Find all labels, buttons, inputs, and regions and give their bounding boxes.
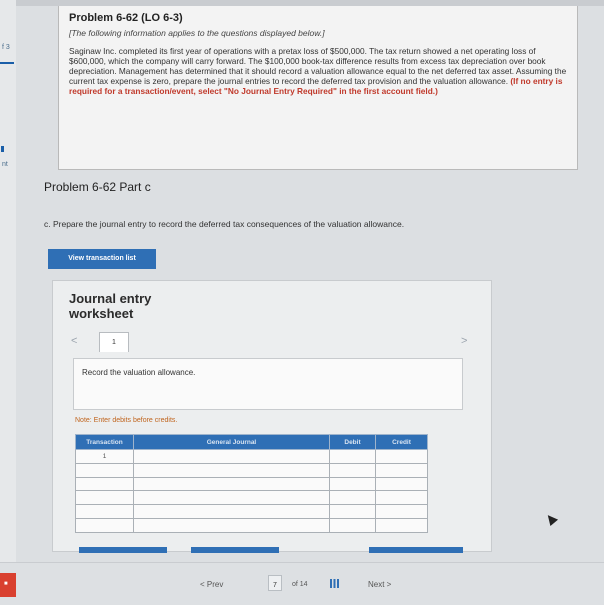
transaction-cell: 1 <box>75 449 134 464</box>
problem-title: Problem 6-62 (LO 6-3) <box>69 12 183 24</box>
column-header-credit: Credit <box>375 434 428 450</box>
table-row <box>75 476 428 492</box>
prev-button[interactable]: < Prev <box>200 580 223 589</box>
problem-body: Saginaw Inc. completed its first year of… <box>69 46 567 96</box>
left-sidebar: f 3 nt <box>0 0 16 604</box>
problem-note: [The following information applies to th… <box>69 28 325 38</box>
debit-cell[interactable] <box>329 462 376 478</box>
table-row <box>75 504 428 519</box>
page-number-box[interactable]: 7 <box>268 575 282 591</box>
part-question: c. Prepare the journal entry to record t… <box>44 219 405 229</box>
credit-cell[interactable] <box>375 517 428 533</box>
sidebar-marker <box>0 62 14 64</box>
account-cell[interactable] <box>133 504 330 519</box>
account-cell[interactable] <box>133 462 330 478</box>
account-cell[interactable] <box>133 476 330 492</box>
page-number: 7 <box>273 582 277 589</box>
transaction-cell <box>75 462 134 478</box>
transaction-cell <box>75 476 134 492</box>
journal-grid: Transaction General Journal Debit Credit… <box>75 434 428 533</box>
next-button[interactable]: Next > <box>368 580 391 589</box>
bottom-navigation-bar: ■ < Prev 7 of 14 Next > <box>0 562 604 605</box>
chevron-left-icon[interactable]: < <box>71 335 77 347</box>
account-cell[interactable] <box>133 490 330 506</box>
credit-cell[interactable] <box>375 490 428 506</box>
logo-icon: ■ <box>0 573 16 597</box>
credit-cell[interactable] <box>375 449 428 464</box>
problem-text: Saginaw Inc. completed its first year of… <box>69 46 567 86</box>
debit-cell[interactable] <box>329 504 376 519</box>
table-row <box>75 517 428 533</box>
sidebar-fragment: nt <box>2 161 8 168</box>
account-cell[interactable] <box>133 517 330 533</box>
transaction-cell <box>75 517 134 533</box>
debit-cell[interactable] <box>329 490 376 506</box>
mouse-cursor-icon <box>543 511 559 527</box>
record-instruction-box: Record the valuation allowance. <box>73 358 463 410</box>
debit-cell[interactable] <box>329 476 376 492</box>
chevron-right-icon[interactable]: > <box>461 335 467 347</box>
transaction-cell <box>75 504 134 519</box>
credit-cell[interactable] <box>375 476 428 492</box>
page-total: of 14 <box>292 581 308 588</box>
transaction-cell <box>75 490 134 506</box>
column-header-general-journal: General Journal <box>133 434 330 450</box>
debit-credit-note: Note: Enter debits before credits. <box>75 417 178 424</box>
problem-info-box: Problem 6-62 (LO 6-3) [The following inf… <box>58 6 578 170</box>
record-entry-button[interactable] <box>79 547 167 553</box>
sidebar-fragment: f 3 <box>2 44 10 51</box>
credit-cell[interactable] <box>375 504 428 519</box>
worksheet-tab-1[interactable]: 1 <box>99 332 129 352</box>
debit-cell[interactable] <box>329 517 376 533</box>
part-title: Problem 6-62 Part c <box>44 180 151 194</box>
credit-cell[interactable] <box>375 462 428 478</box>
sidebar-dot <box>1 146 4 152</box>
journal-entry-worksheet: Journal entry worksheet < 1 > Record the… <box>52 280 492 553</box>
clear-entry-button[interactable] <box>191 547 279 553</box>
view-general-journal-button[interactable] <box>369 547 463 553</box>
view-transaction-list-button[interactable]: View transaction list <box>48 249 156 269</box>
record-instruction-text: Record the valuation allowance. <box>82 368 196 377</box>
grid-icon[interactable] <box>330 579 339 588</box>
table-row <box>75 462 428 478</box>
account-cell[interactable] <box>133 449 330 464</box>
worksheet-title: Journal entry worksheet <box>69 291 152 321</box>
table-row <box>75 490 428 506</box>
column-header-transaction: Transaction <box>75 434 134 450</box>
column-header-debit: Debit <box>329 434 376 450</box>
table-row: 1 <box>75 449 428 464</box>
debit-cell[interactable] <box>329 449 376 464</box>
